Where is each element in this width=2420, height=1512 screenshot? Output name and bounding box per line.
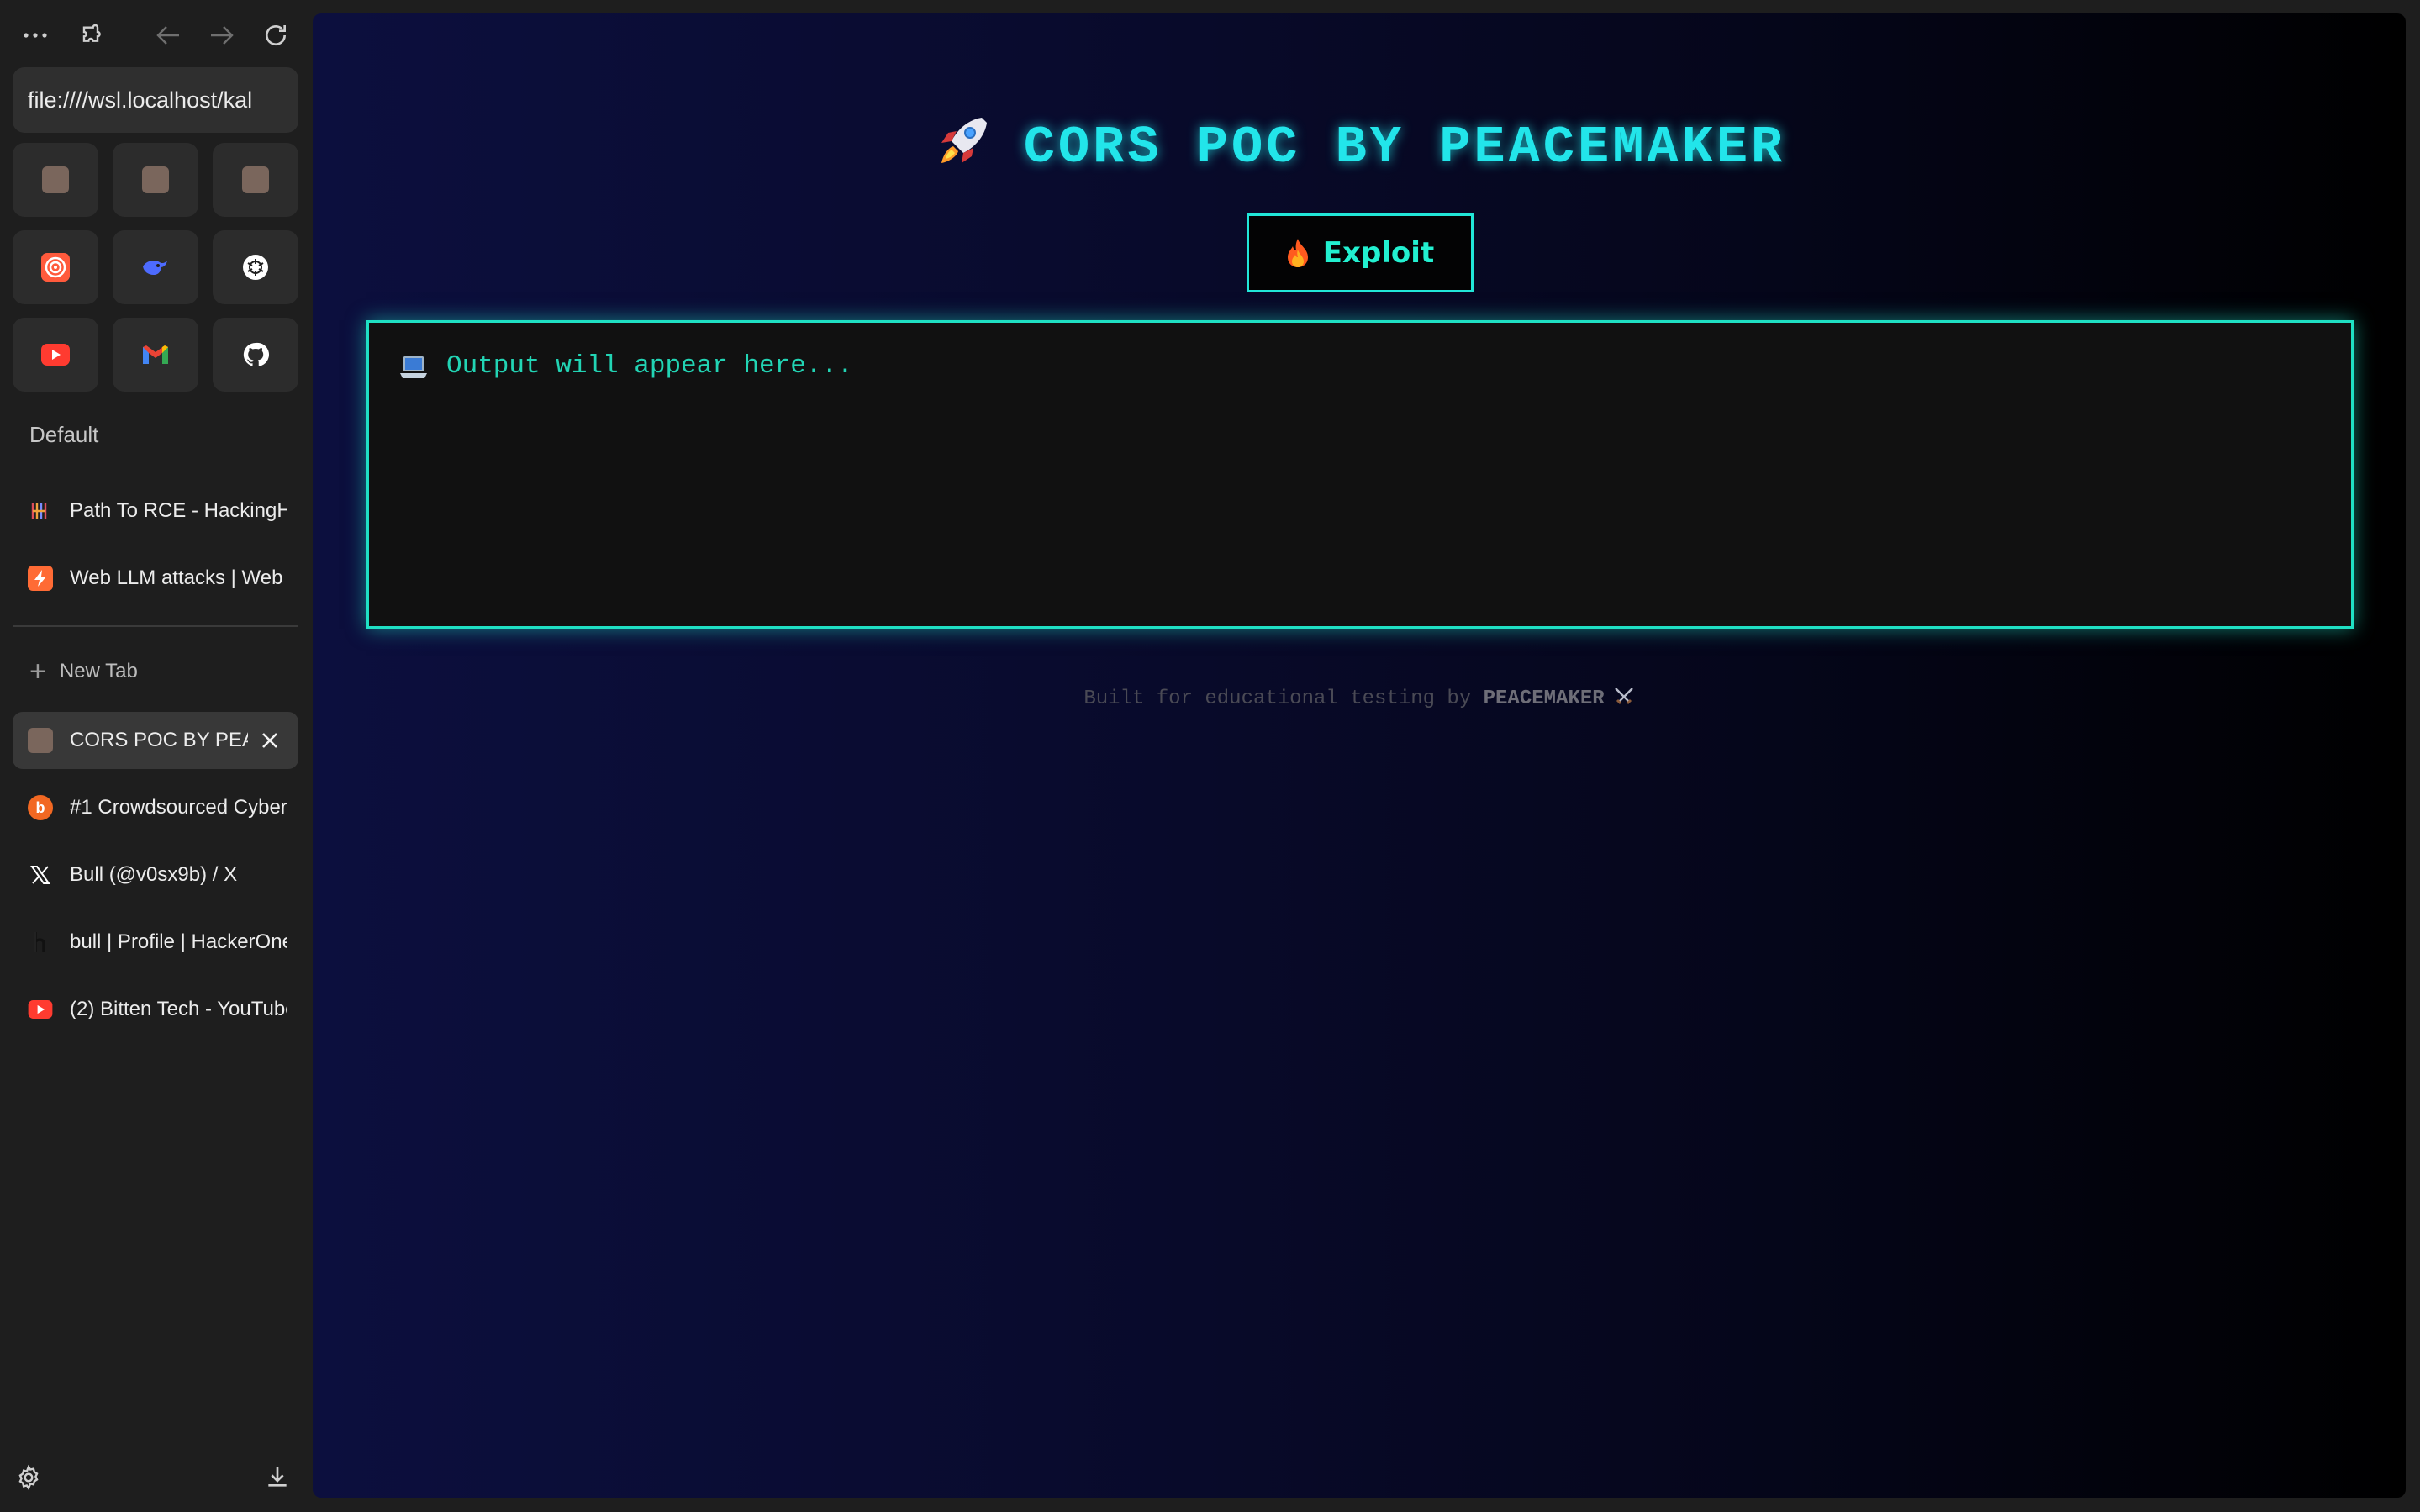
sidebar-divider (13, 625, 298, 627)
blank-page-icon (142, 166, 169, 193)
tab-title: CORS POC BY PEACEMAKER (70, 729, 248, 751)
tab-item[interactable]: Path To RCE - HackingHub (13, 482, 298, 540)
download-icon[interactable] (264, 1464, 294, 1494)
page-title: CORS POC BY PEACEMAKER (1023, 118, 1786, 177)
tab-title: Bull (@v0sx9b) / X (70, 863, 238, 886)
footer-author: PEACEMAKER (1483, 688, 1605, 710)
reload-icon[interactable] (257, 17, 294, 54)
chatgpt-icon (243, 255, 268, 280)
page-title-row: CORS POC BY PEACEMAKER (313, 113, 2406, 177)
plus-icon: + (29, 656, 46, 688)
hackerone-icon (28, 930, 53, 955)
github-icon (243, 342, 269, 366)
x-icon (28, 862, 53, 888)
pinned-tile[interactable] (13, 318, 98, 392)
blank-page-icon (28, 728, 53, 753)
address-bar[interactable]: file:////wsl.localhost/kal (13, 67, 298, 133)
blank-page-icon (42, 166, 69, 193)
youtube-icon (41, 344, 70, 366)
exploit-button-label: Exploit (1322, 236, 1435, 270)
extensions-icon[interactable] (72, 17, 109, 54)
tab-title: bull | Profile | HackerOne (70, 930, 287, 953)
close-icon[interactable] (258, 729, 282, 752)
tab-title: (2) Bitten Tech - YouTube (70, 998, 287, 1020)
deepseek-icon (143, 260, 167, 275)
tab-title: Path To RCE - HackingHub (70, 499, 287, 522)
address-bar-value: file:////wsl.localhost/kal (28, 87, 253, 113)
output-text: Output will appear here... (446, 351, 853, 381)
exploit-button[interactable]: Exploit (1247, 213, 1474, 292)
pinned-tile[interactable] (213, 318, 298, 392)
pinned-tile[interactable] (113, 230, 198, 304)
sidebar-toolbar (0, 0, 311, 71)
youtube-icon (28, 997, 53, 1022)
portswigger-icon (28, 566, 53, 591)
settings-icon[interactable] (15, 1464, 45, 1494)
target-icon (41, 253, 70, 282)
pinned-tile[interactable] (13, 143, 98, 217)
pinned-tile[interactable] (13, 230, 98, 304)
pinned-tile[interactable] (213, 230, 298, 304)
tab-item-active[interactable]: CORS POC BY PEACEMAKER (13, 712, 298, 769)
tab-item[interactable]: Bull (@v0sx9b) / X (13, 846, 298, 904)
page-viewport: CORS POC BY PEACEMAKER Exploit Output wi… (313, 13, 2406, 1498)
new-tab-label: New Tab (59, 660, 138, 682)
pinned-tile[interactable] (213, 143, 298, 217)
tab-item[interactable]: (2) Bitten Tech - YouTube (13, 981, 298, 1038)
tab-item[interactable]: bull | Profile | HackerOne (13, 914, 298, 971)
forward-icon[interactable] (203, 17, 240, 54)
tab-item[interactable]: Web LLM attacks | Web Security Academy (13, 550, 298, 607)
footer-prefix: Built for educational testing by (1083, 688, 1484, 710)
output-panel: Output will appear here... (366, 320, 2354, 629)
gmail-icon (143, 345, 168, 364)
pinned-tile[interactable] (113, 318, 198, 392)
browser-sidebar: file:////wsl.localhost/kal Default Path … (0, 0, 311, 1512)
more-icon[interactable] (17, 17, 54, 54)
pinned-tile[interactable] (113, 143, 198, 217)
tab-title: #1 Crowdsourced Cybersecurity (70, 796, 287, 819)
footer-note: Built for educational testing by PEACEMA… (313, 686, 2406, 710)
fire-icon (1287, 239, 1308, 267)
bugcrowd-icon: b (28, 795, 53, 820)
tab-item[interactable]: b #1 Crowdsourced Cybersecurity (13, 779, 298, 836)
hackinghub-icon (28, 498, 53, 524)
tab-title: Web LLM attacks | Web Security Academy (70, 566, 287, 589)
new-tab-button[interactable]: + New Tab (29, 657, 138, 686)
tab-group-label[interactable]: Default (29, 422, 98, 448)
back-icon[interactable] (150, 17, 187, 54)
rocket-icon (941, 118, 987, 163)
laptop-icon (400, 356, 427, 378)
blank-page-icon (242, 166, 269, 193)
crossed-swords-icon (1614, 688, 1633, 705)
